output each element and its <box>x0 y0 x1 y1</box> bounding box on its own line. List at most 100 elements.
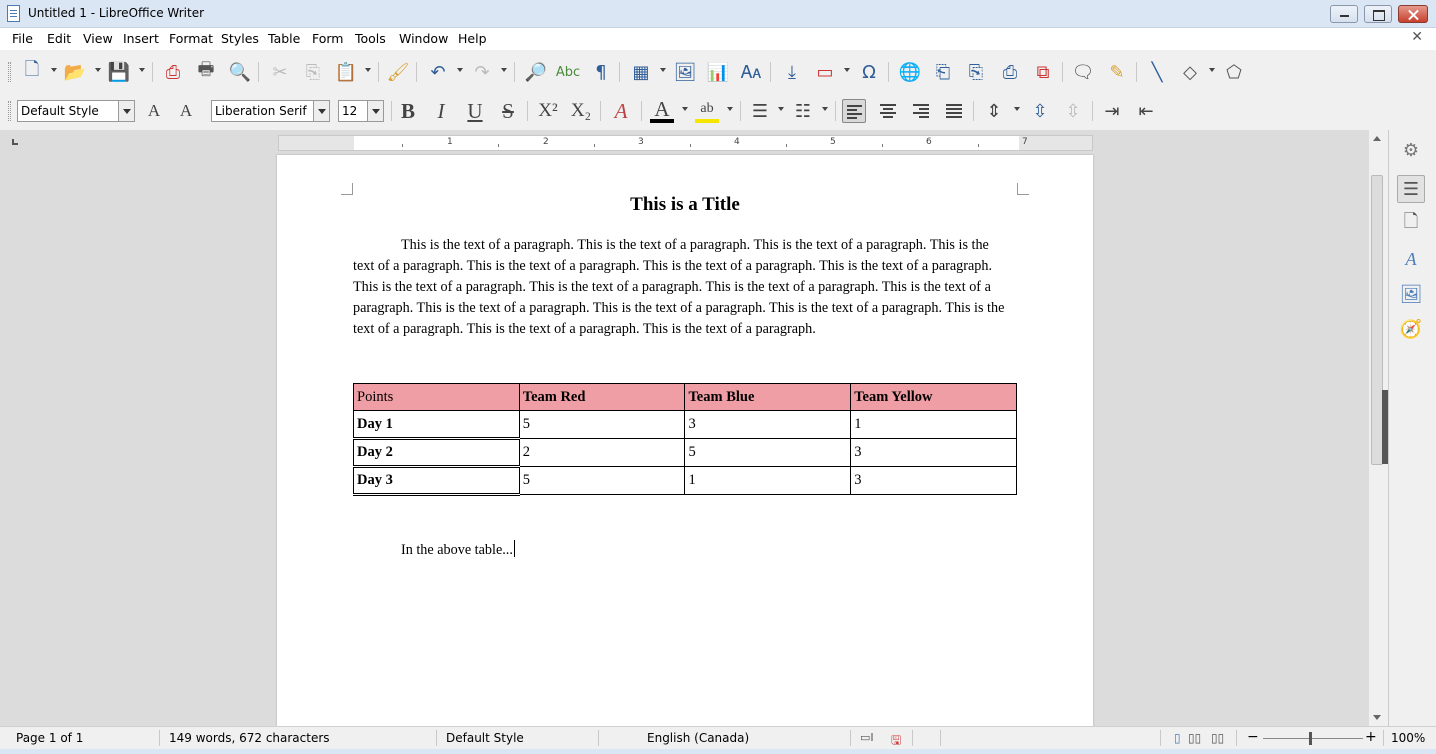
horizontal-ruler[interactable]: 1 2 3 4 5 6 7 <box>278 135 1093 151</box>
paste-icon[interactable]: 📋 <box>334 60 358 84</box>
zoom-slider-track[interactable] <box>1263 738 1363 739</box>
maximize-button[interactable] <box>1364 5 1392 23</box>
document-closing-line[interactable]: In the above table... <box>401 540 515 559</box>
insert-text-box-icon[interactable]: 🗛 <box>739 60 763 84</box>
align-left-icon[interactable] <box>842 99 866 123</box>
shapes-dropdown-icon[interactable] <box>1209 68 1215 72</box>
decrease-indent-icon[interactable]: ⇤ <box>1134 99 1158 123</box>
align-center-icon[interactable] <box>876 99 900 123</box>
bookmark-icon[interactable]: ⎙ <box>998 60 1022 84</box>
table-cell[interactable]: 5 <box>518 410 686 439</box>
page-style[interactable]: Default Style <box>446 731 524 745</box>
decrease-paragraph-spacing-icon[interactable]: ⇳ <box>1061 99 1085 123</box>
close-window-button[interactable] <box>1398 5 1428 23</box>
selection-mode-icon[interactable]: ▭I <box>860 731 874 744</box>
insert-image-icon[interactable]: 🖼 <box>673 60 697 84</box>
underline-icon[interactable]: U <box>463 99 487 123</box>
zoom-slider-handle[interactable] <box>1309 732 1312 745</box>
chevron-down-icon[interactable] <box>313 101 329 121</box>
clone-formatting-icon[interactable]: 🖌 <box>386 60 410 84</box>
undo-dropdown-icon[interactable] <box>457 68 463 72</box>
subscript-icon[interactable]: X₂ <box>569 99 593 123</box>
endnote-icon[interactable]: ⎘ <box>964 60 988 84</box>
save-icon[interactable]: 💾 <box>107 60 131 84</box>
menu-help[interactable]: Help <box>458 31 487 46</box>
table-cell[interactable]: Team Red <box>518 383 686 411</box>
font-color-dropdown-icon[interactable] <box>682 107 688 111</box>
copy-icon[interactable]: ⎘ <box>301 60 325 84</box>
numbering-dropdown-icon[interactable] <box>822 107 828 111</box>
points-table[interactable]: Points Team Red Team Blue Team Yellow Da… <box>353 383 1017 496</box>
navigator-icon[interactable]: 🧭 <box>1397 315 1425 343</box>
table-cell[interactable]: Day 1 <box>353 410 520 440</box>
book-view-icon[interactable]: ▯▯ <box>1211 731 1224 745</box>
tab-stop-selector[interactable] <box>12 139 18 145</box>
styles-icon[interactable]: A <box>1397 245 1425 273</box>
open-folder-icon[interactable]: 📂 <box>63 60 87 84</box>
chevron-down-icon[interactable] <box>367 101 383 121</box>
menu-view[interactable]: View <box>83 31 113 46</box>
document-page[interactable]: This is a Title This is the text of a pa… <box>277 155 1093 726</box>
field-dropdown-icon[interactable] <box>844 68 850 72</box>
insert-field-icon[interactable]: ▭ <box>813 60 837 84</box>
new-style-icon[interactable]: A <box>174 99 198 123</box>
paragraph-style-combo[interactable]: Default Style <box>17 100 135 122</box>
paste-dropdown-icon[interactable] <box>365 68 371 72</box>
strikethrough-icon[interactable]: S <box>496 99 520 123</box>
table-cell[interactable]: Team Yellow <box>850 383 1017 411</box>
zoom-out-icon[interactable]: − <box>1247 729 1259 745</box>
footnote-icon[interactable]: ⎗ <box>931 60 955 84</box>
page-break-icon[interactable]: ⤓ <box>780 60 804 84</box>
font-name-combo[interactable]: Liberation Serif <box>211 100 330 122</box>
open-dropdown-icon[interactable] <box>95 68 101 72</box>
track-changes-icon[interactable]: ✎ <box>1105 60 1129 84</box>
menu-edit[interactable]: Edit <box>47 31 71 46</box>
print-preview-icon[interactable]: 🔍 <box>228 60 252 84</box>
save-dropdown-icon[interactable] <box>139 68 145 72</box>
increase-paragraph-spacing-icon[interactable]: ⇳ <box>1028 99 1052 123</box>
toolbar-grip[interactable] <box>8 62 11 82</box>
hyperlink-icon[interactable]: 🌐 <box>898 60 922 84</box>
menu-styles[interactable]: Styles <box>221 31 259 46</box>
undo-icon[interactable]: ↶ <box>426 60 450 84</box>
table-cell[interactable]: Team Blue <box>684 383 852 411</box>
table-cell[interactable]: Day 2 <box>353 438 520 468</box>
unordered-list-icon[interactable]: ☰ <box>748 99 772 123</box>
comment-icon[interactable]: 🗨 <box>1071 60 1095 84</box>
table-cell[interactable]: 1 <box>684 466 852 495</box>
single-page-view-icon[interactable]: ▯ <box>1174 731 1181 745</box>
zoom-level[interactable]: 100% <box>1391 731 1425 745</box>
cross-reference-icon[interactable]: ⧉ <box>1031 60 1055 84</box>
justify-icon[interactable] <box>942 99 966 123</box>
italic-icon[interactable]: I <box>429 99 453 123</box>
zoom-in-icon[interactable]: + <box>1365 729 1377 745</box>
table-cell[interactable]: 3 <box>684 410 852 439</box>
sidebar-settings-icon[interactable]: ⚙ <box>1397 136 1425 164</box>
menu-window[interactable]: Window <box>399 31 448 46</box>
menu-format[interactable]: Format <box>169 31 213 46</box>
clear-formatting-icon[interactable]: A <box>609 99 633 123</box>
ordered-list-icon[interactable]: ☷ <box>791 99 815 123</box>
document-paragraph[interactable]: This is the text of a paragraph. This is… <box>353 235 1013 340</box>
word-count[interactable]: 149 words, 672 characters <box>169 731 330 745</box>
menu-insert[interactable]: Insert <box>123 31 159 46</box>
page-count[interactable]: Page 1 of 1 <box>16 731 83 745</box>
scroll-down-icon[interactable] <box>1373 715 1381 720</box>
insert-table-icon[interactable]: ▦ <box>629 60 653 84</box>
minimize-button[interactable] <box>1330 5 1358 23</box>
redo-dropdown-icon[interactable] <box>501 68 507 72</box>
bullet-dropdown-icon[interactable] <box>778 107 784 111</box>
close-document-icon[interactable]: ✕ <box>1411 29 1423 45</box>
menu-form[interactable]: Form <box>312 31 344 46</box>
insert-line-icon[interactable]: ╲ <box>1145 60 1169 84</box>
basic-shapes-icon[interactable]: ◇ <box>1178 60 1202 84</box>
menu-table[interactable]: Table <box>268 31 300 46</box>
cut-icon[interactable]: ✂ <box>268 60 292 84</box>
toolbar-grip[interactable] <box>8 101 11 121</box>
print-icon[interactable]: 🖶 <box>194 59 218 84</box>
export-pdf-icon[interactable]: ⎙ <box>161 60 185 84</box>
table-cell[interactable]: Day 3 <box>353 466 520 496</box>
superscript-icon[interactable]: X² <box>536 99 560 123</box>
highlight-dropdown-icon[interactable] <box>727 107 733 111</box>
scroll-up-icon[interactable] <box>1373 136 1381 141</box>
